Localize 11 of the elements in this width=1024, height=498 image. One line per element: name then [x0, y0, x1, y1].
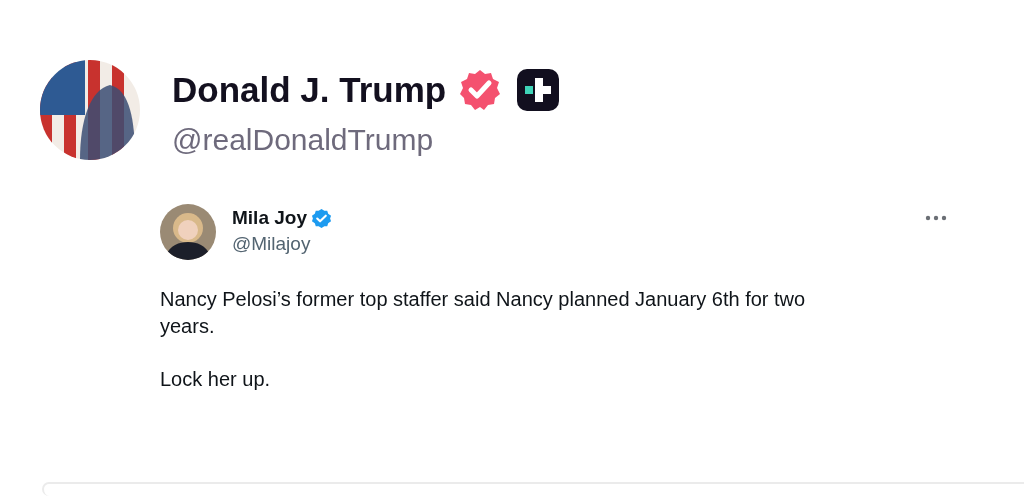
verified-badge-icon — [458, 68, 503, 112]
plus-app-icon — [516, 68, 561, 112]
avatar — [160, 204, 216, 260]
quoted-author-handle: @Milajoy — [232, 232, 312, 257]
author-handle: @realDonaldTrump — [172, 122, 435, 158]
quoted-author-name: Mila Joy — [232, 207, 307, 231]
more-icon[interactable] — [925, 214, 947, 222]
author-name: Donald J. Trump — [172, 70, 447, 110]
post-text: Lock her up. — [160, 367, 272, 392]
post-text: Nancy Pelosi’s former top staffer said Nancy planned January 6th for two years. — [160, 287, 807, 339]
verified-badge-icon — [311, 208, 332, 230]
